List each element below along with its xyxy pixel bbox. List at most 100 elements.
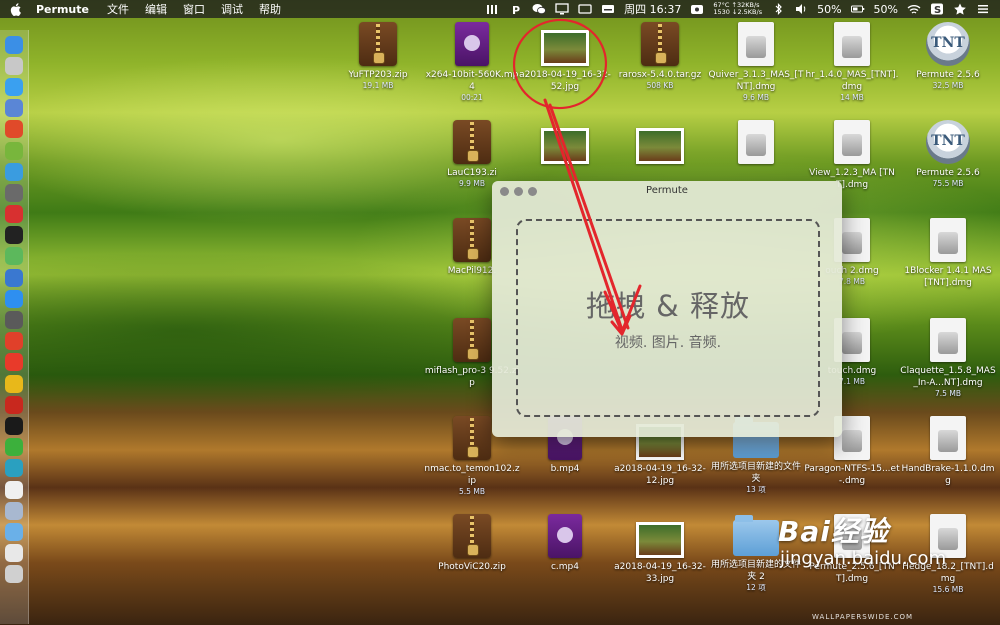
close-button[interactable] [500,187,509,196]
desktop-item-cmp4[interactable]: c.mp4 [517,514,613,573]
desktop-item-permute2[interactable]: TNT Permute 2.5.6 75.5 MB [900,120,996,188]
menu-bar: Permute 文件 编辑 窗口 调试 帮助 P 周四 16:37 67°C ↑… [0,0,1000,18]
desktop-item-dmg2[interactable] [708,120,804,167]
desktop-item-laucl[interactable]: LauC193.zi 9.9 MB [424,120,520,188]
app-name-menu[interactable]: Permute [36,3,89,16]
desktop-item-hr[interactable]: hr_1.4.0_MAS_[TNT].dmg 14 MB [804,22,900,102]
dock-maps-icon[interactable] [5,247,23,266]
window-titlebar[interactable]: Permute [492,181,842,201]
dock-app-light-icon[interactable] [5,544,23,563]
desktop-item-rarosx[interactable]: rarosx-5.4.0.tar.gz 508 KB [612,22,708,90]
desktop-item-meta: 75.5 MB [932,179,964,188]
dock-textedit-icon[interactable] [5,480,23,499]
dmg-file-icon [834,22,870,66]
dock-app-store-icon[interactable] [5,289,23,308]
dmg-file-icon [930,416,966,460]
desktop-item-yuftp[interactable]: YuFTP203.zip 19.1 MB [330,22,426,90]
desktop-item-quiver[interactable]: Quiver_3.1.3_MAS_[TNT].dmg 9.6 MB [708,22,804,102]
menu-debug[interactable]: 调试 [221,1,243,17]
dock-app-red-icon[interactable] [5,120,23,139]
dock-android-icon[interactable] [5,141,23,160]
p-app-icon[interactable]: P [509,3,523,15]
desktop-item-label: LauC193.zi [447,168,497,178]
watermark-url: jingyan.baidu.com [780,548,947,569]
dock-weibo-icon[interactable] [5,332,23,351]
bluetooth-icon[interactable] [771,3,785,15]
display-icon[interactable] [555,3,569,15]
dock-finder-icon[interactable] [5,35,23,54]
app-s-icon[interactable]: S [930,3,944,15]
keyboard-icon[interactable] [601,3,615,15]
dock-yandex-icon[interactable] [5,353,23,372]
desktop-item-meta: 7.5 MB [935,389,961,398]
desktop-item-permute1[interactable]: TNT Permute 2.5.6 32.5 MB [900,22,996,90]
desktop-item-jpg5[interactable]: a2018-04-19_16-32-33.jpg [612,514,708,585]
dock-preview-icon[interactable] [5,99,23,118]
dock-app-gray-icon[interactable] [5,311,23,330]
minimize-button[interactable] [514,187,523,196]
jpg-file-icon [541,128,589,164]
bars-status-icon[interactable] [486,3,500,15]
menu-help[interactable]: 帮助 [259,1,281,17]
desktop-item-jpg2[interactable] [517,120,613,167]
dock-chrome-icon[interactable] [5,374,23,393]
baidu-watermark: Bai经验 jingyan.baidu.com [778,510,946,569]
menu-edit[interactable]: 编辑 [145,1,167,17]
mp4-file-icon [548,514,582,558]
zip-file-icon [453,218,491,262]
wechat-icon[interactable] [532,3,547,15]
istat-icon[interactable] [690,3,704,15]
wifi-icon[interactable] [907,3,921,15]
dock-trash-icon[interactable] [5,565,23,584]
stats-readout[interactable]: 67°C ↑32KB/s 1530 ↓2.5KB/s [713,2,762,16]
dmg-file-icon [738,22,774,66]
screen-icon[interactable] [578,3,592,15]
menu-window[interactable]: 窗口 [183,1,205,17]
dock-migration-icon[interactable] [5,162,23,181]
dock-terminal-icon[interactable] [5,226,23,245]
dock-app-red-2-icon[interactable] [5,205,23,224]
jpg-file-icon [541,30,589,66]
dock-vivaldi-icon[interactable] [5,395,23,414]
window-title: Permute [646,185,688,196]
battery-icon[interactable] [850,3,865,15]
mp4-file-icon [455,22,489,66]
volume-icon[interactable] [794,3,808,15]
desktop-item-label: Permute 2.5.6 [916,168,980,178]
dock-app-box-icon[interactable] [5,501,23,520]
dock-wechat-icon[interactable] [5,438,23,457]
desktop-item-meta: 19.1 MB [362,81,394,90]
drop-zone[interactable]: 拖拽 & 释放 视频. 图片. 音频. [516,219,820,417]
zip-file-icon [641,22,679,66]
desktop-item-claquette[interactable]: Claquette_1.5.8_MAS_In-A...NT].dmg 7.5 MB [900,318,996,398]
desktop-item-label: rarosx-5.4.0.tar.gz [618,70,702,80]
apple-icon[interactable] [10,2,22,16]
clock[interactable]: 周四 16:37 [624,1,681,17]
tnt-file-icon: TNT [926,120,970,164]
dock-downloads-folder-icon[interactable] [5,522,23,541]
desktop-item-1blocker[interactable]: 1Blocker 1.4.1 MAS [TNT].dmg [900,218,996,289]
dock-safari-icon[interactable] [5,77,23,96]
desktop-item-meta: 9.6 MB [743,93,769,102]
dock-settings-gear-icon[interactable] [5,183,23,202]
desktop-item-x264[interactable]: x264-10bit-560K.mp4 00:21 [424,22,520,102]
menu-file[interactable]: 文件 [107,1,129,17]
desktop-item-photovic[interactable]: PhotoViC20.zip [424,514,520,573]
net-download: ↓2.5KB/s [732,8,763,16]
dock-launchpad-icon[interactable] [5,56,23,75]
menu-list-icon[interactable] [976,3,990,15]
dock-app-blue-icon[interactable] [5,268,23,287]
zoom-button[interactable] [528,187,537,196]
dmg-file-icon [738,120,774,164]
dock-app-teal-icon[interactable] [5,459,23,478]
desktop-item-handbrake[interactable]: HandBrake-1.1.0.dmg [900,416,996,487]
dock-terminal-2-icon[interactable] [5,416,23,435]
star-icon[interactable] [953,3,967,15]
svg-text:S: S [934,5,941,15]
battery-level[interactable]: 50% [874,3,898,16]
volume-level[interactable]: 50% [817,3,841,16]
desktop-item-jpg1[interactable]: a2018-04-19_16-32-52.jpg [517,22,613,93]
permute-window[interactable]: Permute 拖拽 & 释放 视频. 图片. 音频. [492,181,842,437]
zip-file-icon [453,120,491,164]
desktop-item-jpg3[interactable] [612,120,708,167]
